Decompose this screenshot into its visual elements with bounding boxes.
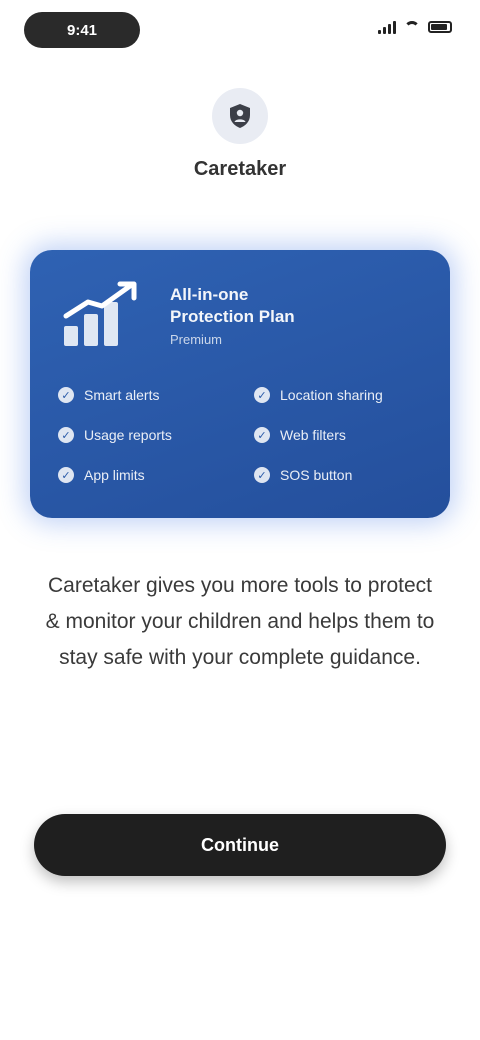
feature-item: ✓ Smart alerts (58, 386, 230, 404)
premium-plan-card: All-in-one Protection Plan Premium ✓ Sma… (30, 250, 450, 518)
continue-button[interactable]: Continue (34, 814, 446, 876)
brand-logo-icon (212, 88, 268, 144)
card-subtitle: Premium (170, 332, 223, 347)
checkmark-icon: ✓ (58, 467, 74, 483)
feature-label: Web filters (280, 427, 346, 443)
wifi-icon (404, 21, 420, 33)
feature-item: ✓ Location sharing (254, 386, 426, 404)
feature-label: App limits (84, 467, 145, 483)
checkmark-icon: ✓ (254, 427, 270, 443)
shield-person-icon (230, 104, 250, 128)
feature-label: Usage reports (84, 427, 172, 443)
feature-item: ✓ App limits (58, 466, 230, 484)
feature-label: Location sharing (280, 387, 383, 403)
checkmark-icon: ✓ (58, 387, 74, 403)
status-icons (378, 20, 452, 34)
feature-list: ✓ Smart alerts ✓ Location sharing ✓ Usag… (58, 386, 426, 484)
cellular-signal-icon (378, 20, 396, 34)
feature-label: SOS button (280, 467, 353, 483)
growth-chart-icon (63, 281, 137, 346)
feature-label: Smart alerts (84, 387, 160, 403)
card-title-line2: Protection Plan (170, 307, 295, 326)
description-text: Caretaker gives you more tools to protec… (45, 574, 435, 669)
checkmark-icon: ✓ (58, 427, 74, 443)
feature-item: ✓ Web filters (254, 426, 426, 444)
status-bar: 9:41 (0, 0, 480, 60)
feature-item: ✓ Usage reports (58, 426, 230, 444)
checkmark-icon: ✓ (254, 387, 270, 403)
card-heading: All-in-one Protection Plan Premium (170, 284, 430, 350)
battery-icon (428, 21, 452, 33)
checkmark-icon: ✓ (254, 467, 270, 483)
card-title-line1: All-in-one (170, 285, 249, 304)
brand-name: Caretaker (193, 158, 287, 180)
status-time: 9:41 (24, 12, 140, 48)
feature-item: ✓ SOS button (254, 466, 426, 484)
